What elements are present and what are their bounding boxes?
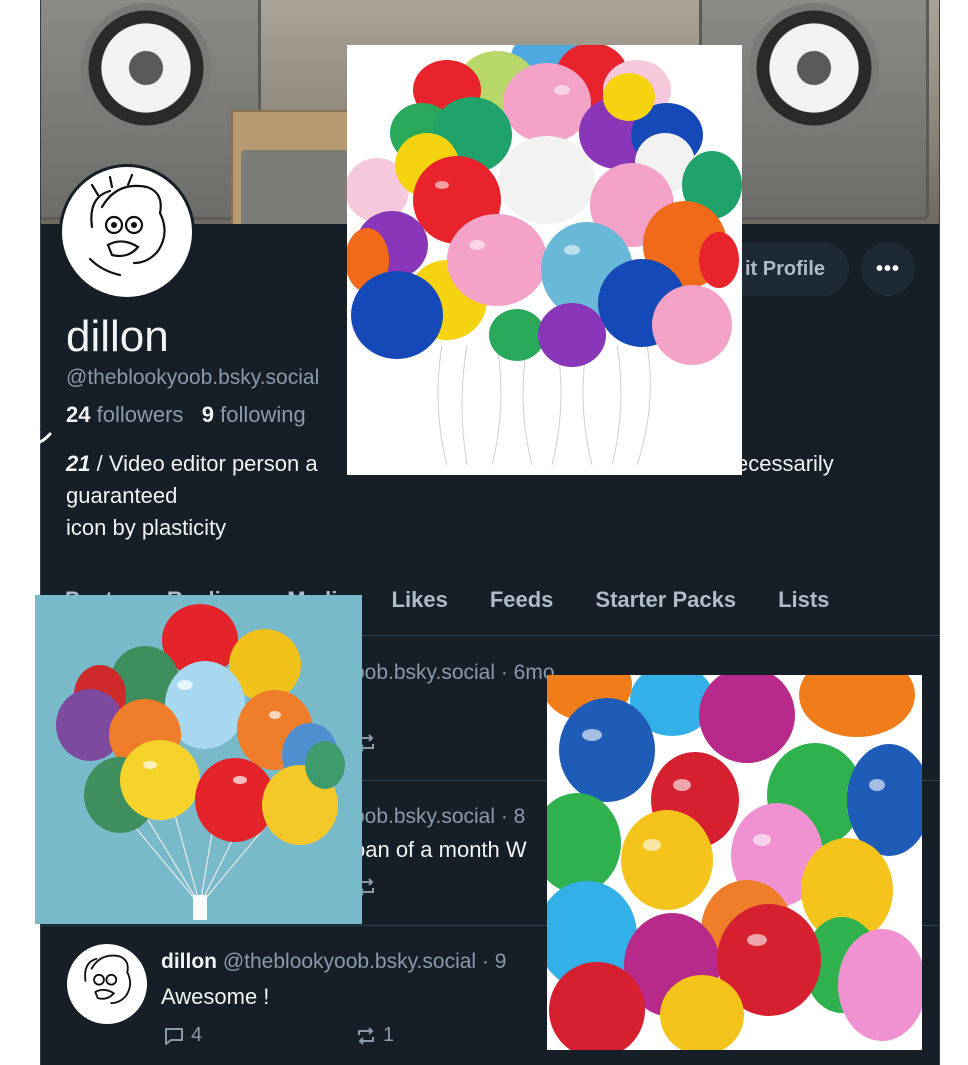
followers-link[interactable]: 24 followers — [66, 402, 183, 427]
post-meta: dillon @theblookyoob.bsky.social · 9 — [161, 950, 506, 974]
bio-line-2: guaranteed — [66, 483, 178, 508]
profile-actions: it Profile ••• — [720, 242, 915, 296]
following-link[interactable]: 9 following — [202, 402, 306, 427]
smiley-icon — [22, 429, 52, 445]
repost-icon — [358, 1026, 374, 1045]
balloons-image-2 — [35, 595, 362, 924]
profile-stats: 24 followers 9 following — [66, 402, 306, 428]
balloons-image-3 — [547, 675, 922, 1050]
post-meta: oob.bsky.social · 6mo — [353, 661, 555, 684]
repost-button[interactable]: 1 — [355, 1024, 394, 1047]
post-text: Awesome ! — [161, 984, 270, 1009]
tab-likes[interactable]: Likes — [392, 580, 448, 635]
balloons-image-1 — [347, 45, 742, 475]
post-text: oan of a month W — [353, 837, 527, 862]
banner-device — [241, 150, 361, 224]
reply-icon — [165, 1027, 183, 1045]
bio-number: 21 — [66, 451, 91, 476]
profile-name: dillon — [66, 312, 169, 361]
post-avatar[interactable] — [67, 944, 147, 1024]
bio-line-1: / Video editor person a — [90, 451, 318, 476]
repost-count: 1 — [383, 1024, 395, 1046]
reply-count: 4 — [191, 1024, 203, 1046]
tab-feeds[interactable]: Feeds — [490, 580, 554, 635]
post-handle-time: @theblookyoob.bsky.social · 9 — [222, 950, 507, 973]
bio-line-3: icon by plasticity — [66, 515, 227, 540]
profile-handle: @theblookyoob.bsky.social — [66, 366, 320, 389]
tab-starter-packs[interactable]: Starter Packs — [595, 580, 736, 635]
more-options-button[interactable]: ••• — [861, 242, 915, 296]
post-author[interactable]: dillon — [161, 950, 217, 973]
bio-line-1-tail: ecessarily — [736, 451, 834, 476]
post-meta: oob.bsky.social · 8 — [353, 805, 526, 828]
profile-avatar[interactable] — [59, 164, 195, 300]
tab-lists[interactable]: Lists — [778, 580, 829, 635]
reply-button[interactable]: 4 — [163, 1024, 202, 1047]
